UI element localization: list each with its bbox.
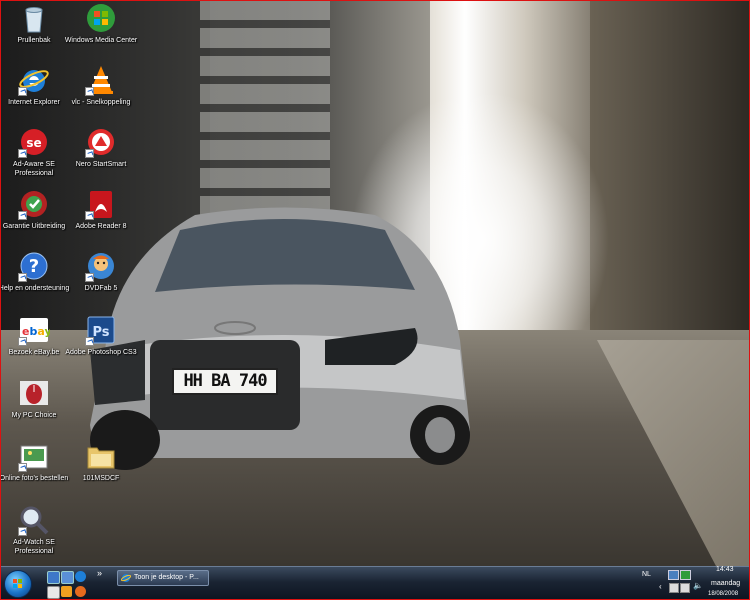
- ad-aware-icon: se: [18, 126, 50, 158]
- shortcut-arrow-icon: [18, 211, 27, 220]
- wallpaper-car: [90, 207, 470, 470]
- shortcut-arrow-icon: [18, 149, 27, 158]
- quicklaunch-firefox-icon[interactable]: [75, 586, 86, 597]
- desktop-icon-ad-aware[interactable]: se Ad-Aware SE Professional: [0, 126, 72, 178]
- svg-text:?: ?: [29, 256, 39, 277]
- desktop-icon-adobe-photoshop[interactable]: Ps Adobe Photoshop CS3: [63, 314, 139, 357]
- shortcut-arrow-icon: [85, 149, 94, 158]
- desktop-icon-ebay[interactable]: ebay Bezoek eBay.be: [0, 314, 72, 357]
- start-button[interactable]: [4, 570, 32, 598]
- windows-media-center-icon: [85, 2, 117, 34]
- desktop-icon-garantie-uitbreiding[interactable]: Garantie Uitbreiding: [0, 188, 72, 231]
- shortcut-arrow-icon: [85, 337, 94, 346]
- wallpaper-building-right: [590, 0, 750, 340]
- desktop-background[interactable]: HH BA 740 Prullenbak Windows Media Cente…: [0, 0, 750, 566]
- vlc-icon: [85, 64, 117, 96]
- tray-security-icon[interactable]: [680, 570, 691, 580]
- desktop-icon-ad-watch[interactable]: Ad-Watch SE Professional: [0, 504, 72, 556]
- nero-icon: [85, 126, 117, 158]
- desktop-icon-online-fotos-bestellen[interactable]: Online foto's bestellen: [0, 440, 72, 483]
- desktop-icon-help-en-ondersteuning[interactable]: ? Help en ondersteuning: [0, 250, 72, 293]
- shortcut-arrow-icon: [85, 87, 94, 96]
- windows-logo-icon: [13, 579, 22, 588]
- quicklaunch-mail-icon[interactable]: [47, 586, 60, 599]
- photo-order-icon: [18, 440, 50, 472]
- desktop-icon-101msdcf[interactable]: 101MSDCF: [63, 440, 139, 483]
- license-plate: HH BA 740: [172, 368, 278, 395]
- taskbar: » Toon je desktop - P... NL ‹ 🔈: [0, 566, 750, 600]
- internet-explorer-icon: [18, 64, 50, 96]
- recycle-bin-icon: [18, 2, 50, 34]
- desktop-icon-vlc[interactable]: vlc - Snelkoppeling: [63, 64, 139, 107]
- garantie-icon: [18, 188, 50, 220]
- tray-arrow-left-icon[interactable]: ‹: [659, 582, 662, 591]
- folder-icon: [85, 440, 117, 472]
- shortcut-arrow-icon: [18, 527, 27, 536]
- quicklaunch-chevron[interactable]: »: [97, 568, 102, 578]
- shortcut-arrow-icon: [85, 273, 94, 282]
- ebay-icon: ebay: [18, 314, 52, 346]
- tray-app-icon[interactable]: [669, 583, 679, 593]
- help-icon: ?: [18, 250, 50, 282]
- tray-network-icon[interactable]: [668, 570, 679, 580]
- language-indicator[interactable]: NL: [642, 571, 651, 578]
- desktop-icon-my-pc-choice[interactable]: My PC Choice: [0, 377, 72, 420]
- svg-text:se: se: [26, 136, 41, 150]
- internet-explorer-icon: [121, 574, 131, 582]
- desktop-icon-prullenbak[interactable]: Prullenbak: [0, 2, 72, 45]
- desktop-icon-dvdfab[interactable]: DVDFab 5: [63, 250, 139, 293]
- shortcut-arrow-icon: [18, 337, 27, 346]
- desktop-icon-windows-media-center[interactable]: Windows Media Center: [63, 2, 139, 45]
- tray-app-icon-2[interactable]: [680, 583, 690, 593]
- desktop-icon-internet-explorer[interactable]: Internet Explorer: [0, 64, 72, 107]
- desktop-icon-adobe-reader[interactable]: Adobe Reader 8: [63, 188, 139, 231]
- desktop-icon-nero-startsmart[interactable]: Nero StartSmart: [63, 126, 139, 169]
- photoshop-icon: Ps: [85, 314, 117, 346]
- clock-day[interactable]: maandag: [711, 580, 740, 587]
- mouse-icon: [18, 377, 50, 409]
- shortcut-arrow-icon: [18, 87, 27, 96]
- shortcut-arrow-icon: [18, 463, 27, 472]
- clock-time[interactable]: 14:43: [716, 566, 734, 573]
- adobe-reader-icon: [85, 188, 117, 220]
- quicklaunch-internet-explorer-icon[interactable]: [75, 571, 86, 582]
- dvdfab-icon: [85, 250, 117, 282]
- quicklaunch-switch-windows-icon[interactable]: [61, 571, 74, 584]
- quicklaunch-show-desktop-icon[interactable]: [47, 571, 60, 584]
- clock-date[interactable]: 18/08/2008: [708, 591, 738, 597]
- shortcut-arrow-icon: [18, 273, 27, 282]
- svg-text:Ps: Ps: [92, 325, 109, 340]
- ad-watch-icon: [18, 504, 50, 536]
- shortcut-arrow-icon: [85, 211, 94, 220]
- quicklaunch-media-player-icon[interactable]: [61, 586, 72, 597]
- volume-icon[interactable]: 🔈: [693, 581, 703, 590]
- taskbar-button-toon-je-desktop[interactable]: Toon je desktop - P...: [117, 570, 209, 586]
